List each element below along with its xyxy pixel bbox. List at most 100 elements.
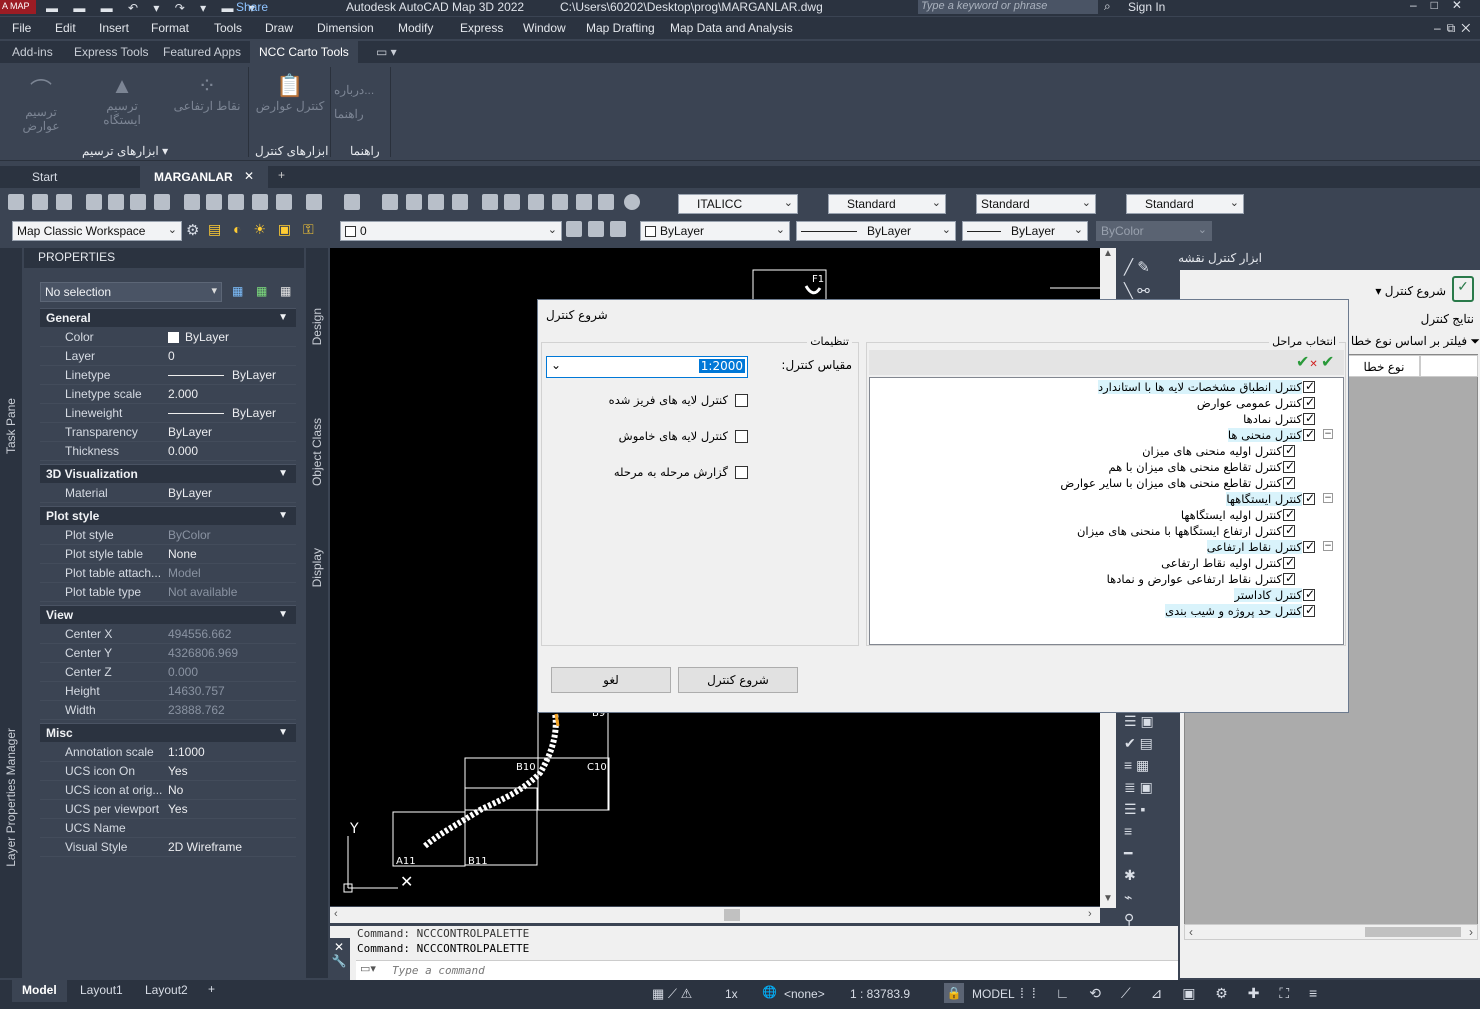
step-label[interactable]: کنترل تقاطع منحنی های میزان با هم	[1108, 460, 1282, 474]
step-checkbox[interactable]	[1283, 443, 1295, 457]
quick-access-icons[interactable]: ▬ ▬ ▬ ↶ ▾ ↷ ▾ ▬ ▾	[46, 1, 261, 15]
tab-express-tools[interactable]: Express Tools	[74, 45, 148, 59]
step-label[interactable]: کنترل نقاط ارتفاعی	[1206, 540, 1302, 554]
section-misc[interactable]: Misc ▼	[40, 723, 296, 742]
search-icon[interactable]: ⌕	[1104, 0, 1111, 14]
step-label[interactable]: کنترل نمادها	[1243, 412, 1302, 426]
prop-transparency[interactable]: Transparency ByLayer	[40, 423, 296, 442]
menu-express[interactable]: Express	[460, 21, 503, 35]
tab-model[interactable]: Model	[12, 980, 67, 1002]
off-layers-checkbox[interactable]	[735, 430, 748, 443]
tab-design[interactable]: Design	[310, 308, 324, 345]
menu-insert[interactable]: Insert	[99, 21, 129, 35]
frozen-layers-checkbox[interactable]	[735, 394, 748, 407]
prop-ucs-icon-on[interactable]: UCS icon On Yes	[40, 762, 296, 781]
step-checkbox[interactable]	[1283, 571, 1295, 585]
help-button[interactable]: راهنما	[334, 107, 394, 121]
collapse-icon[interactable]: −	[1323, 541, 1333, 551]
command-close-icon[interactable]: ✕ 🔧	[328, 938, 350, 980]
prop-ucs-per-viewport[interactable]: UCS per viewport Yes	[40, 800, 296, 819]
draw-station-button[interactable]: ▲ ترسیم ایستگاه	[86, 73, 158, 127]
step-checkbox[interactable]	[1303, 395, 1315, 409]
doc-window-controls[interactable]: –⧉✕	[1434, 21, 1476, 36]
step-report-checkbox[interactable]	[735, 466, 748, 479]
layer-properties-manager-tab[interactable]: Layer Properties Manager	[4, 728, 18, 867]
step-label[interactable]: کنترل حد پروژه و شیب بندی	[1165, 604, 1302, 618]
cancel-button[interactable]: لغو	[551, 667, 671, 693]
step-label[interactable]: کنترل کاداستر	[1234, 588, 1302, 602]
prop-linetype-scale[interactable]: Linetype scale 2.000	[40, 385, 296, 404]
step-checkbox[interactable]	[1303, 587, 1315, 601]
control-features-button[interactable]: 📋 کنترل عوارض	[254, 73, 326, 113]
search-input[interactable]: Type a keyword or phrase	[918, 0, 1098, 14]
draw-tools-icons[interactable]: ╱ ✎ ╲ ⚯	[1124, 256, 1174, 304]
scroll-down-icon[interactable]: ▼	[1103, 893, 1113, 904]
layer-tools-icons[interactable]	[562, 221, 632, 239]
results-hscroll[interactable]: ‹ ›	[1184, 924, 1478, 940]
section-general[interactable]: General ▼	[40, 308, 296, 327]
tab-featured-apps[interactable]: Featured Apps	[163, 45, 241, 59]
close-icon[interactable]: ✕	[244, 169, 254, 183]
lineweight-select[interactable]: ByLayer ⌄	[962, 221, 1088, 241]
step-label[interactable]: کنترل اولیه نقاط ارتفاعی	[1161, 556, 1282, 570]
tab-layout2[interactable]: Layout2	[145, 983, 188, 997]
scroll-right-icon[interactable]: ›	[1088, 908, 1092, 920]
step-checkbox[interactable]	[1303, 411, 1315, 425]
dim-style-select[interactable]: Standard ⌄	[828, 194, 946, 214]
elevation-points-button[interactable]: ⁘ نقاط ارتفاعی	[172, 73, 242, 113]
toggle-pickadd-icon[interactable]: ▦	[232, 284, 243, 298]
ribbon-options-button[interactable]: ▭ ▾	[376, 45, 397, 59]
task-pane-tab[interactable]: Task Pane	[4, 398, 18, 454]
step-label[interactable]: کنترل ارتفاع ایستگاهها با منحنی های میزا…	[1077, 524, 1282, 538]
filter-row[interactable]: ⏷ فیلتر بر اساس نوع خطا	[1348, 334, 1480, 349]
window-controls[interactable]: –□✕	[1410, 0, 1476, 12]
viewport-scale[interactable]: 1 : 83783.9	[850, 987, 910, 1001]
step-checkbox[interactable]	[1303, 603, 1315, 617]
coordinate-system[interactable]: <none>	[784, 987, 825, 1001]
menu-map-drafting[interactable]: Map Drafting	[586, 21, 655, 35]
start-control-dropdown[interactable]: شروع کنترل ▾	[1362, 284, 1446, 298]
tab-start[interactable]: Start	[32, 170, 57, 184]
standard-toolbar-icons[interactable]	[8, 194, 648, 212]
scale-select[interactable]: ⌄ 1:2000	[546, 356, 748, 378]
menu-window[interactable]: Window	[523, 21, 566, 35]
tab-display[interactable]: Display	[310, 548, 324, 587]
draw-features-button[interactable]: ⌒ ترسیم عوارض	[6, 73, 76, 133]
scroll-thumb[interactable]	[1365, 927, 1461, 937]
prop-linetype[interactable]: Linetype ByLayer	[40, 366, 296, 385]
scroll-thumb[interactable]	[724, 909, 740, 921]
prop-lineweight[interactable]: Lineweight ByLayer	[40, 404, 296, 423]
step-label[interactable]: کنترل نقاط ارتفاعی عوارض و نمادها	[1107, 572, 1282, 586]
collapse-icon[interactable]: −	[1323, 493, 1333, 503]
text-style-select[interactable]: ITALICC ⌄	[678, 194, 798, 214]
step-checkbox[interactable]	[1303, 379, 1315, 393]
panel-label-draw[interactable]: ابزارهای ترسیم ▾	[82, 144, 168, 158]
selection-select[interactable]: No selection ▾	[40, 282, 222, 302]
sign-in-button[interactable]: Sign In	[1128, 0, 1165, 14]
check-all-icon[interactable]: ✔	[1321, 352, 1334, 371]
step-checkbox[interactable]	[1303, 491, 1315, 505]
prop-ucs-name[interactable]: UCS Name	[40, 819, 296, 838]
step-label[interactable]: کنترل عمومی عوارض	[1197, 396, 1302, 410]
col-error-type[interactable]: نوع خطا	[1348, 355, 1420, 377]
menu-dimension[interactable]: Dimension	[317, 21, 374, 35]
horizontal-scrollbar[interactable]: ‹ ›	[330, 907, 1100, 923]
mleader-style-select[interactable]: Standard ⌄	[1126, 194, 1244, 214]
tab-object-class[interactable]: Object Class	[310, 418, 324, 486]
menu-tools[interactable]: Tools	[214, 21, 242, 35]
workspace-select[interactable]: Map Classic Workspace ⌄	[12, 221, 182, 241]
step-label[interactable]: کنترل ایستگاهها	[1226, 492, 1302, 506]
drafting-aids-icons[interactable]: ⁞⁞ ∟ ⟲ ⟋ ⊿ ▣ ⚙ ✚ ⛶ ≡	[1020, 985, 1325, 1002]
color-select[interactable]: ByLayer ⌄	[640, 221, 790, 241]
command-input[interactable]: Type a command	[356, 960, 1178, 980]
select-objects-icon[interactable]: ▦	[256, 284, 267, 298]
menu-draw[interactable]: Draw	[265, 21, 293, 35]
linetype-select[interactable]: ByLayer ⌄	[796, 221, 956, 241]
quick-select-icon[interactable]: ▦	[280, 284, 291, 298]
step-checkbox[interactable]	[1303, 539, 1315, 553]
layer-toolbar-icons[interactable]: ▤ ◐ ☀ ▣ ⚿	[208, 221, 318, 238]
menu-map-data[interactable]: Map Data and Analysis	[670, 21, 793, 35]
prop-annotation-scale[interactable]: Annotation scale 1:1000	[40, 743, 296, 762]
step-checkbox[interactable]	[1283, 475, 1295, 489]
new-tab-button[interactable]: +	[278, 168, 285, 182]
